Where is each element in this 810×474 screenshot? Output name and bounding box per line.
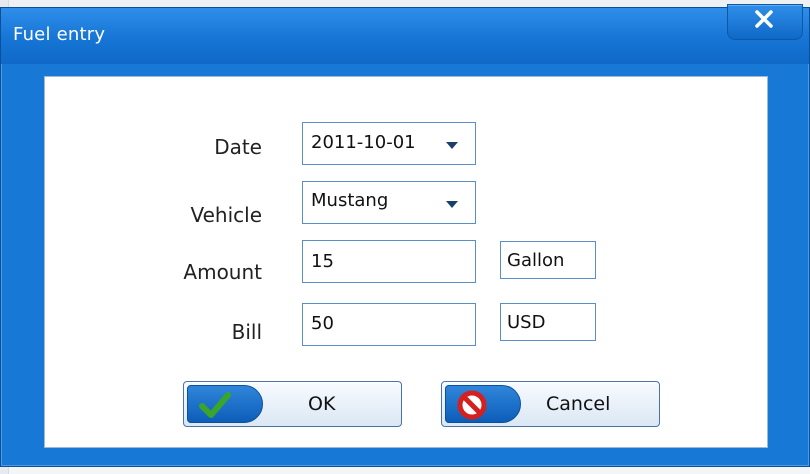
amount-value: 15 — [311, 251, 334, 272]
amount-unit-label: Gallon — [507, 250, 565, 271]
bill-label: Bill — [231, 320, 262, 344]
vehicle-label: Vehicle — [190, 203, 262, 227]
prohibited-icon — [457, 390, 487, 420]
date-dropdown[interactable]: 2011-10-01 — [302, 122, 476, 165]
date-value: 2011-10-01 — [311, 132, 416, 153]
vehicle-dropdown[interactable]: Mustang — [302, 181, 476, 224]
cancel-button[interactable]: Cancel — [441, 381, 660, 427]
chevron-down-icon[interactable] — [446, 201, 458, 208]
bill-unit-label: USD — [507, 312, 546, 333]
amount-unit: Gallon — [500, 241, 596, 279]
cancel-button-label: Cancel — [546, 393, 611, 415]
date-label: Date — [214, 135, 262, 159]
title-bar[interactable]: Fuel entry — [1, 4, 809, 64]
form-panel: Date 2011-10-01 Vehicle Mustang Amount 1… — [44, 76, 768, 448]
ok-icon-pill — [187, 385, 263, 423]
ok-button-label: OK — [308, 393, 336, 415]
close-button[interactable] — [727, 4, 803, 40]
amount-label: Amount — [183, 260, 262, 284]
fuel-entry-dialog: Fuel entry Date 2011-10-01 Vehicle Musta… — [0, 4, 810, 467]
bill-input[interactable]: 50 — [302, 303, 476, 346]
checkmark-icon — [199, 392, 231, 418]
ok-button[interactable]: OK — [183, 381, 402, 427]
chevron-down-icon[interactable] — [446, 142, 458, 149]
amount-input[interactable]: 15 — [302, 240, 476, 283]
bill-value: 50 — [311, 313, 334, 334]
cancel-icon-pill — [445, 385, 521, 423]
window-title: Fuel entry — [13, 24, 106, 45]
close-icon — [755, 10, 773, 28]
vehicle-value: Mustang — [311, 190, 389, 211]
bill-unit: USD — [500, 303, 596, 341]
